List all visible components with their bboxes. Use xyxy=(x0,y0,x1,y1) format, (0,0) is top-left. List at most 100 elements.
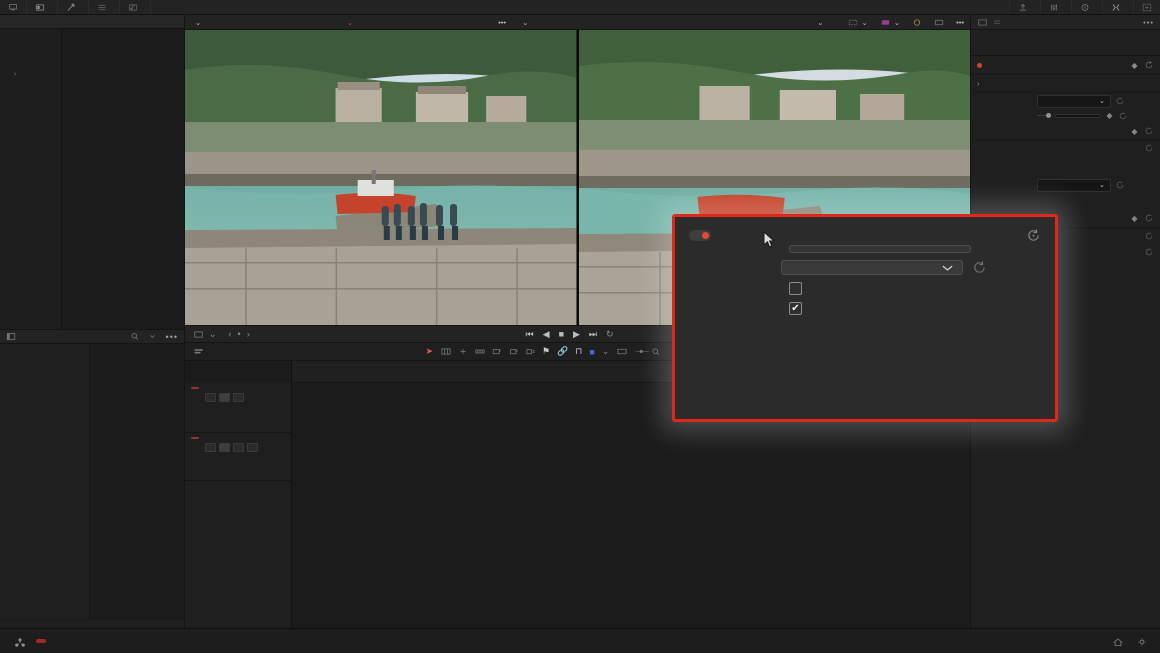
razor-tool-icon[interactable] xyxy=(474,347,485,356)
obscured-mode-row[interactable]: ⌄ xyxy=(971,177,1160,193)
composite-opacity-slider[interactable] xyxy=(1037,111,1051,121)
track-mute-button[interactable] xyxy=(247,443,258,452)
inspector-options-button[interactable]: ••• xyxy=(1143,18,1154,27)
stabilization-toggle[interactable] xyxy=(689,229,711,241)
reset-icon[interactable] xyxy=(1144,60,1154,70)
panel-toggle-icon[interactable] xyxy=(6,332,16,341)
marker-add-icon[interactable]: ■ xyxy=(589,347,594,357)
options-icon[interactable]: ••• xyxy=(166,332,178,342)
keyframe-add-icon[interactable]: ◆ xyxy=(1130,127,1139,136)
sound-library-button[interactable] xyxy=(120,0,151,14)
viewer-overflow-button[interactable]: ••• xyxy=(950,18,970,27)
mixer-button[interactable] xyxy=(1040,0,1071,14)
media-pool-button[interactable] xyxy=(27,0,58,14)
loop-button[interactable]: ↻ xyxy=(606,329,614,340)
fullscreen-button[interactable] xyxy=(928,18,950,27)
jump-start-button[interactable]: ⏮ xyxy=(526,329,534,340)
settings-icon[interactable] xyxy=(1136,637,1146,646)
jump-end-button[interactable]: ⏭ xyxy=(589,329,597,340)
track-lock-button[interactable] xyxy=(205,393,216,402)
zoom-slider-icon[interactable] xyxy=(633,347,650,356)
mode-select[interactable] xyxy=(781,260,963,275)
chevron-down-icon[interactable]: ⌄ xyxy=(209,329,217,340)
zoom-checkbox[interactable]: ✔ xyxy=(789,302,802,315)
track-solo-button[interactable] xyxy=(233,443,244,452)
keyframe-add-icon[interactable]: ◆ xyxy=(1130,214,1139,223)
reset-icon[interactable] xyxy=(1144,213,1154,223)
viewer-mode-button[interactable]: ⌄ xyxy=(842,18,874,27)
play-reverse-button[interactable]: ◀ xyxy=(543,329,550,340)
zoom-level-selector[interactable]: ⌄ xyxy=(512,18,534,27)
inspector-button[interactable] xyxy=(1102,0,1133,14)
trim-mark-icon[interactable]: • xyxy=(238,329,241,339)
mode-reset-icon[interactable] xyxy=(972,260,988,275)
stabilization-dialog[interactable]: ✔ xyxy=(672,214,1058,422)
stabilization-reset-icon[interactable] xyxy=(1026,228,1041,243)
keyframe-add-icon[interactable]: ◆ xyxy=(1130,61,1139,70)
stop-button[interactable]: ■ xyxy=(559,329,564,339)
playhead-timecode[interactable] xyxy=(185,361,292,383)
dynamic-trim-icon[interactable] xyxy=(457,347,467,356)
timeline-name-selector[interactable]: ⌄ xyxy=(807,18,829,27)
topbar-overflow-button[interactable] xyxy=(1133,0,1160,14)
color-tag-button[interactable]: ⌄ xyxy=(874,18,906,27)
composite-mode-row[interactable]: ⌄ xyxy=(971,93,1160,109)
composite-opacity-row[interactable]: ◆ xyxy=(971,109,1160,122)
viewer-layout-icon[interactable] xyxy=(193,330,203,339)
track-visibility-button[interactable] xyxy=(233,393,244,402)
trim-edit-mode-icon[interactable] xyxy=(440,347,451,356)
home-icon[interactable] xyxy=(1112,637,1123,646)
track-header-a1[interactable] xyxy=(185,433,291,481)
index-button[interactable] xyxy=(89,0,120,14)
zoom-in-icon[interactable] xyxy=(650,347,660,356)
play-button[interactable]: ▶ xyxy=(573,329,580,340)
transform-section-header[interactable]: ◆ xyxy=(971,56,1160,75)
zoom-fit-icon[interactable] xyxy=(616,347,627,356)
timeline-view-options-icon[interactable] xyxy=(193,347,203,356)
insert-clip-icon[interactable] xyxy=(491,347,501,356)
reset-icon[interactable] xyxy=(1118,111,1128,121)
clip-list-icon[interactable] xyxy=(992,18,1002,27)
transform-enable-dot[interactable] xyxy=(977,62,982,68)
viewer-options-button[interactable]: ••• xyxy=(492,18,512,27)
media-pool-grid[interactable] xyxy=(62,29,184,329)
viewer-title[interactable]: ⌄ xyxy=(219,18,480,27)
selection-tool-icon[interactable]: ➤ xyxy=(425,346,433,357)
search-icon[interactable] xyxy=(130,332,140,341)
reset-icon[interactable] xyxy=(1144,126,1154,136)
track-auto-select-button[interactable] xyxy=(219,393,230,402)
camera-lock-row[interactable] xyxy=(789,282,1041,295)
keyframe-add-icon[interactable]: ◆ xyxy=(1105,111,1114,120)
zoom-row[interactable]: ✔ xyxy=(789,302,1041,315)
camera-lock-checkbox[interactable] xyxy=(789,282,802,295)
track-header-v1[interactable] xyxy=(185,383,291,433)
marker-button[interactable] xyxy=(906,18,928,27)
reset-icon[interactable] xyxy=(1144,143,1154,153)
source-fit-selector[interactable]: ⌄ xyxy=(185,18,207,27)
project-manager-button[interactable] xyxy=(0,0,27,14)
marker-color-chevron[interactable]: ⌄ xyxy=(602,346,610,357)
reset-icon[interactable] xyxy=(1144,231,1154,241)
track-badge[interactable] xyxy=(191,387,199,389)
composite-opacity-value[interactable] xyxy=(1055,113,1101,118)
quick-export-button[interactable] xyxy=(1009,0,1040,14)
effects-button[interactable] xyxy=(58,0,89,14)
snapping-icon[interactable]: ⊓ xyxy=(575,346,582,357)
source-viewer[interactable] xyxy=(185,30,579,325)
composite-mode-select[interactable]: ⌄ xyxy=(1037,94,1111,108)
metadata-button[interactable] xyxy=(1071,0,1102,14)
reset-icon[interactable] xyxy=(1115,96,1125,106)
trim-next-icon[interactable]: › xyxy=(247,329,250,339)
obscured-mode-select[interactable]: ⌄ xyxy=(1037,178,1111,192)
trim-prev-icon[interactable]: ‹ xyxy=(229,329,232,339)
favorites-label[interactable] xyxy=(0,619,184,628)
bin-item-collections[interactable]: › xyxy=(0,67,61,80)
obscured-section-a[interactable]: ◆ xyxy=(971,122,1160,141)
smart-reframe-section[interactable]: › xyxy=(971,75,1160,93)
track-badge[interactable] xyxy=(191,437,199,439)
track-lock-button[interactable] xyxy=(205,443,216,452)
chevron-down-icon[interactable] xyxy=(148,332,158,341)
flag-icon[interactable]: ⚑ xyxy=(542,346,550,357)
track-auto-select-button[interactable] xyxy=(219,443,230,452)
replace-clip-icon[interactable] xyxy=(525,347,535,356)
